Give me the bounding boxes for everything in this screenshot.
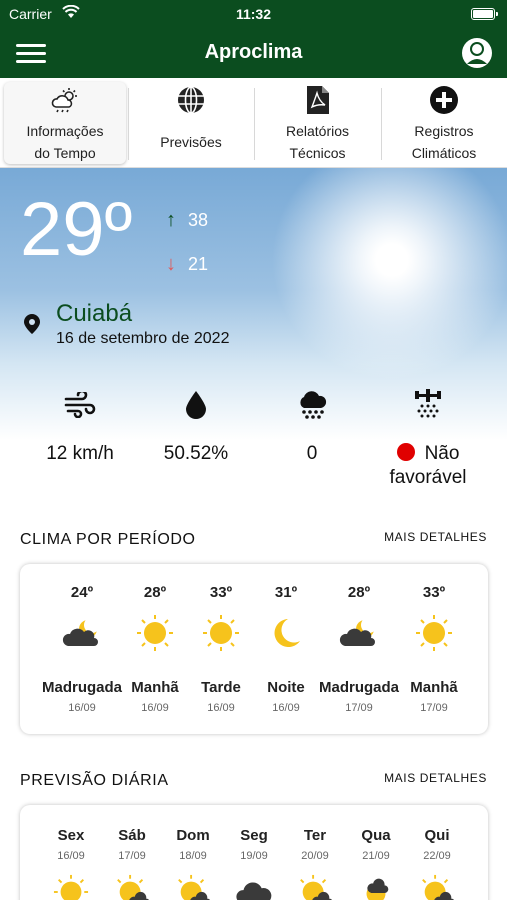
partly-cloudy-icon xyxy=(163,874,223,900)
partly-cloudy-icon xyxy=(407,874,467,900)
period-more-details-link[interactable]: MAIS DETALHES xyxy=(384,530,487,544)
city-name: Cuiabá xyxy=(56,300,133,327)
period-date: 16/09 xyxy=(68,702,96,714)
status-dot-icon xyxy=(396,443,415,461)
arrow-up-icon: ↑ xyxy=(166,209,176,231)
plus-circle-icon xyxy=(382,84,506,116)
daily-item[interactable]: Qui 22/09 xyxy=(407,827,467,900)
tab-label: Registros Climáticos xyxy=(411,123,477,161)
daily-date: 17/09 xyxy=(118,850,146,862)
daily-date: 21/09 xyxy=(362,850,390,862)
period-label: Manhã xyxy=(410,679,458,696)
daily-more-details-link[interactable]: MAIS DETALHES xyxy=(384,771,487,785)
wind-metric: 12 km/h xyxy=(20,388,140,466)
period-temperature: 28º xyxy=(347,584,371,601)
daily-date: 19/09 xyxy=(240,850,268,862)
spraying-condition-line1: Não xyxy=(424,443,460,464)
period-item[interactable]: 28º Madrugada 17/09 xyxy=(319,584,399,714)
wind-icon xyxy=(20,388,140,422)
daily-date: 22/09 xyxy=(423,850,451,862)
daily-day: Seg xyxy=(240,827,268,844)
battery-icon xyxy=(471,8,498,20)
daily-section-title: PREVISÃO DIÁRIA xyxy=(20,772,169,789)
tab-label: Relatórios Técnicos xyxy=(285,123,350,161)
period-label: Madrugada xyxy=(42,679,123,696)
partly-cloudy-icon xyxy=(346,874,406,900)
wind-value: 12 km/h xyxy=(46,443,114,464)
max-temperature: ↑ 38 xyxy=(166,209,208,232)
period-date: 16/09 xyxy=(272,702,300,714)
period-label: Noite xyxy=(267,679,305,696)
app-title: Aproclima xyxy=(204,41,303,63)
sun-icon xyxy=(394,609,474,657)
daily-day: Sex xyxy=(57,827,85,844)
period-temperature: 31º xyxy=(274,584,298,601)
daily-item[interactable]: Sex 16/09 xyxy=(41,827,101,900)
daily-item[interactable]: Ter 20/09 xyxy=(285,827,345,900)
status-bar: Carrier 11:32 xyxy=(0,0,507,28)
rain-value: 0 xyxy=(306,443,318,464)
pdf-file-icon xyxy=(255,84,380,116)
daily-day: Dom xyxy=(176,827,210,844)
tab-informacoes-do-tempo[interactable]: Informações do Tempo xyxy=(4,82,126,164)
partly-cloudy-icon xyxy=(285,874,345,900)
sun-icon xyxy=(41,874,101,900)
period-temperature: 24º xyxy=(70,584,94,601)
partly-cloudy-icon xyxy=(102,874,162,900)
daily-item[interactable]: Sáb 17/09 xyxy=(102,827,162,900)
daily-item[interactable]: Seg 19/09 xyxy=(224,827,284,900)
min-temperature-value: 21 xyxy=(188,254,209,274)
moon-icon xyxy=(246,609,326,657)
globe-icon xyxy=(129,84,253,116)
min-temperature: ↓ 21 xyxy=(166,253,208,276)
arrow-down-icon: ↓ xyxy=(166,253,176,275)
tab-registros-climaticos[interactable]: Registros Climáticos xyxy=(382,82,506,164)
period-temperature: 33º xyxy=(422,584,446,601)
tab-label: Previsões xyxy=(160,134,222,150)
period-date: 17/09 xyxy=(420,702,448,714)
cloud-sun-icon xyxy=(4,84,126,116)
max-temperature-value: 38 xyxy=(188,210,209,230)
sprayer-icon xyxy=(368,388,488,422)
spraying-condition-line2: favorável xyxy=(389,467,467,488)
tab-relatorios-tecnicos[interactable]: Relatórios Técnicos xyxy=(255,82,380,164)
humidity-value: 50.52% xyxy=(163,443,229,464)
tab-previsoes[interactable]: Previsões xyxy=(129,82,253,164)
clock: 11:32 xyxy=(235,6,272,22)
daily-day: Sáb xyxy=(118,827,146,844)
daily-day: Qua xyxy=(361,827,391,844)
current-date: 16 de setembro de 2022 xyxy=(56,330,230,347)
daily-date: 18/09 xyxy=(179,850,207,862)
current-temperature: 29º xyxy=(20,187,133,272)
category-tabs: Informações do Tempo Previsões Relatório… xyxy=(0,78,507,168)
period-date: 17/09 xyxy=(345,702,373,714)
daily-date: 20/09 xyxy=(301,850,329,862)
profile-avatar-icon[interactable] xyxy=(461,37,493,69)
daily-date: 16/09 xyxy=(57,850,85,862)
spraying-metric: Não favorável xyxy=(368,388,488,490)
humidity-drop-icon xyxy=(136,388,256,422)
daily-item[interactable]: Qua 21/09 xyxy=(346,827,406,900)
daily-day: Ter xyxy=(303,827,327,844)
humidity-metric: 50.52% xyxy=(136,388,256,466)
tab-label: Informações do Tempo xyxy=(26,123,104,161)
period-item[interactable]: 24º Madrugada 16/09 xyxy=(42,584,122,714)
cloudy-night-icon xyxy=(42,609,122,657)
period-label: Madrugada xyxy=(319,679,400,696)
spraying-condition: Não favorável xyxy=(368,442,488,490)
rain-metric: 0 xyxy=(252,388,372,466)
period-section-title: CLIMA POR PERÍODO xyxy=(20,531,196,548)
period-forecast-card: 24º Madrugada 16/09 28º Manhã 16/09 33º … xyxy=(20,564,488,734)
cloudy-night-icon xyxy=(319,609,399,657)
daily-forecast-card: Sex 16/09 Sáb 17/09 Dom 18/09 Seg 19/09 … xyxy=(20,805,488,900)
daily-item[interactable]: Dom 18/09 xyxy=(163,827,223,900)
period-item[interactable]: 31º Noite 16/09 xyxy=(246,584,326,714)
period-item[interactable]: 33º Manhã 17/09 xyxy=(394,584,474,714)
top-app-bar: Aproclima xyxy=(0,28,507,78)
daily-day: Qui xyxy=(424,827,450,844)
cloud-icon xyxy=(224,874,284,900)
location-pin-icon xyxy=(24,314,40,339)
rain-cloud-icon xyxy=(252,388,372,422)
